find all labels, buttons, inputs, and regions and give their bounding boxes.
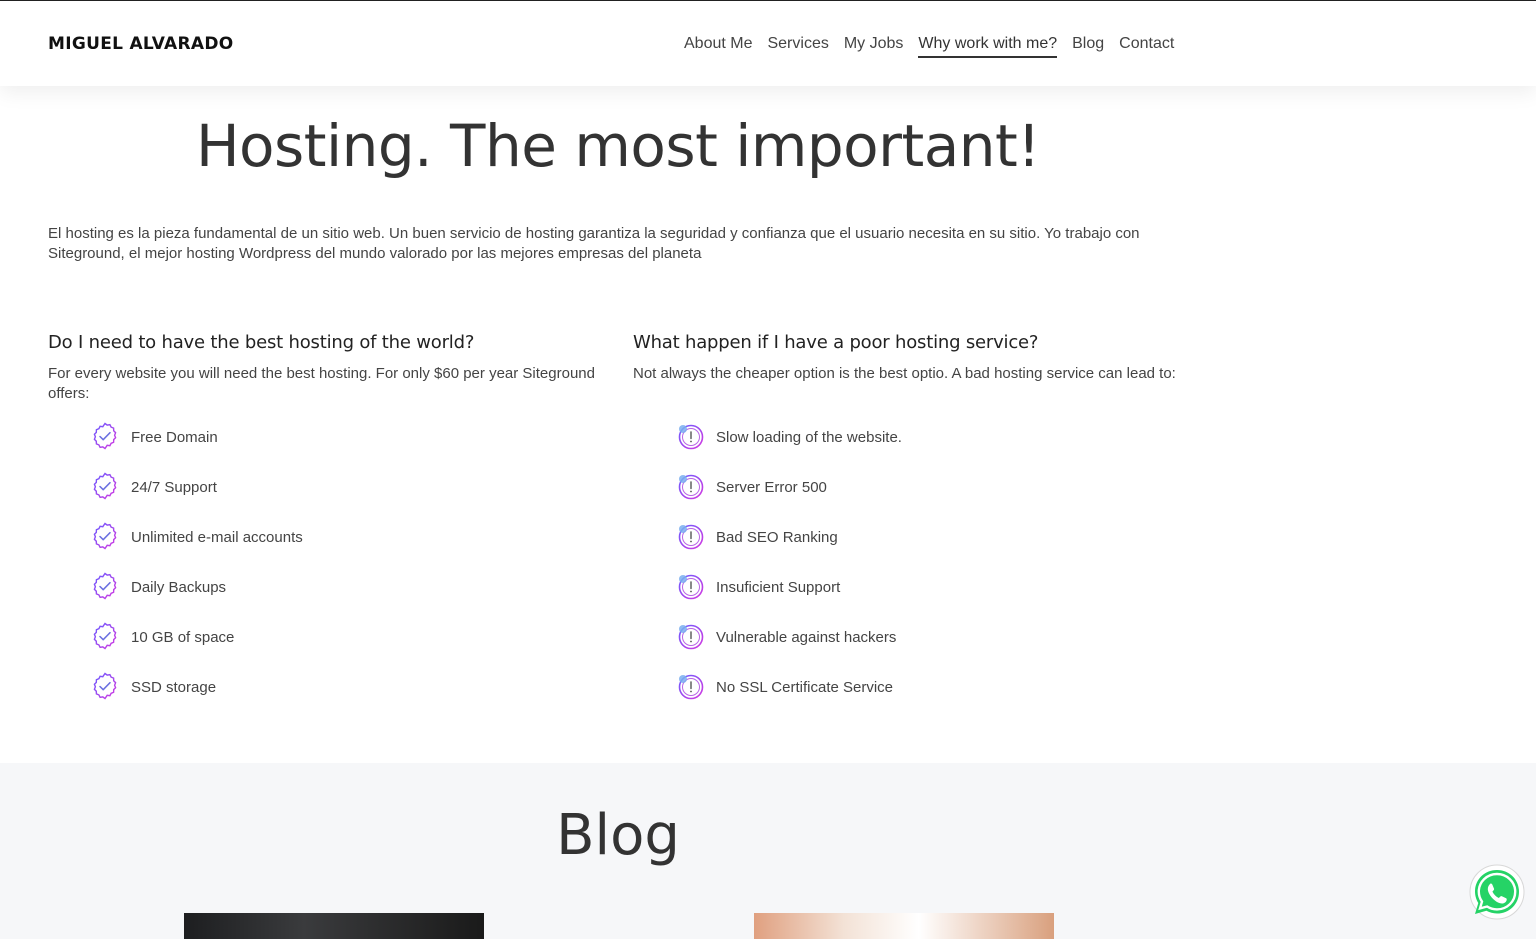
check-circle-icon <box>91 672 119 700</box>
warning-circle-icon <box>676 522 704 550</box>
nav-my-jobs[interactable]: My Jobs <box>844 35 904 58</box>
whatsapp-icon[interactable] <box>1467 863 1527 923</box>
nav-blog[interactable]: Blog <box>1072 35 1104 58</box>
nav-about-me[interactable]: About Me <box>684 35 752 58</box>
page-title: Hosting. The most important! <box>195 112 1041 180</box>
list-item-label: Bad SEO Ranking <box>716 529 838 546</box>
risk-list-item: Vulnerable against hackers <box>676 624 1183 679</box>
benefits-list: Free Domain 24/7 Support Unlimited e-mai… <box>48 422 598 729</box>
list-item-label: 10 GB of space <box>131 629 235 646</box>
nav-services[interactable]: Services <box>767 35 828 58</box>
site-header: MIGUEL ALVARADO About Me Services My Job… <box>0 1 1536 86</box>
blog-post-thumbnail[interactable] <box>754 913 1054 939</box>
risks-heading: What happen if I have a poor hosting ser… <box>633 332 1039 353</box>
check-circle-icon <box>91 422 119 450</box>
benefit-list-item: SSD storage <box>91 672 598 729</box>
list-item-label: Unlimited e-mail accounts <box>131 529 303 546</box>
risks-column: What happen if I have a poor hosting ser… <box>633 332 1183 729</box>
site-logo[interactable]: MIGUEL ALVARADO <box>48 34 233 54</box>
benefit-list-item: Free Domain <box>91 422 598 479</box>
benefit-list-item: 10 GB of space <box>91 622 598 679</box>
list-item-label: No SSL Certificate Service <box>716 679 894 696</box>
blog-section: Blog <box>0 763 1536 939</box>
list-item-label: Vulnerable against hackers <box>716 629 897 646</box>
warning-circle-icon <box>676 422 704 450</box>
nav-contact[interactable]: Contact <box>1119 35 1174 58</box>
main-nav: About Me Services My Jobs Why work with … <box>684 35 1189 58</box>
check-circle-icon <box>91 522 119 550</box>
warning-circle-icon <box>676 622 704 650</box>
blog-post-thumbnail[interactable] <box>184 913 484 939</box>
list-item-label: Daily Backups <box>131 579 227 596</box>
intro-paragraph: El hosting es la pieza fundamental de un… <box>48 225 1140 262</box>
benefit-list-item: Unlimited e-mail accounts <box>91 522 598 579</box>
benefits-heading: Do I need to have the best hosting of th… <box>48 332 475 353</box>
benefits-description: For every website you will need the best… <box>48 365 595 402</box>
risks-list: Slow loading of the website. Server Erro… <box>633 424 1183 729</box>
benefits-column: Do I need to have the best hosting of th… <box>48 332 598 729</box>
list-item-label: SSD storage <box>131 679 217 696</box>
list-item-label: Server Error 500 <box>716 479 827 496</box>
check-circle-icon <box>91 472 119 500</box>
warning-circle-icon <box>676 472 704 500</box>
warning-circle-icon <box>676 672 704 700</box>
nav-why-work-with-me[interactable]: Why work with me? <box>918 35 1058 58</box>
risk-list-item: Insuficient Support <box>676 574 1183 629</box>
warning-circle-icon <box>676 572 704 600</box>
list-item-label: Slow loading of the website. <box>716 429 902 446</box>
risk-list-item: Bad SEO Ranking <box>676 524 1183 579</box>
list-item-label: Insuficient Support <box>716 579 841 596</box>
benefit-list-item: 24/7 Support <box>91 472 598 529</box>
check-circle-icon <box>91 572 119 600</box>
list-item-label: 24/7 Support <box>131 479 217 496</box>
risk-list-item: Slow loading of the website. <box>676 424 1183 479</box>
check-circle-icon <box>91 622 119 650</box>
risks-description: Not always the cheaper option is the bes… <box>633 365 1176 382</box>
risk-list-item: No SSL Certificate Service <box>676 674 1183 729</box>
benefit-list-item: Daily Backups <box>91 572 598 629</box>
risk-list-item: Server Error 500 <box>676 474 1183 529</box>
list-item-label: Free Domain <box>131 429 218 446</box>
blog-section-title: Blog <box>556 803 680 868</box>
